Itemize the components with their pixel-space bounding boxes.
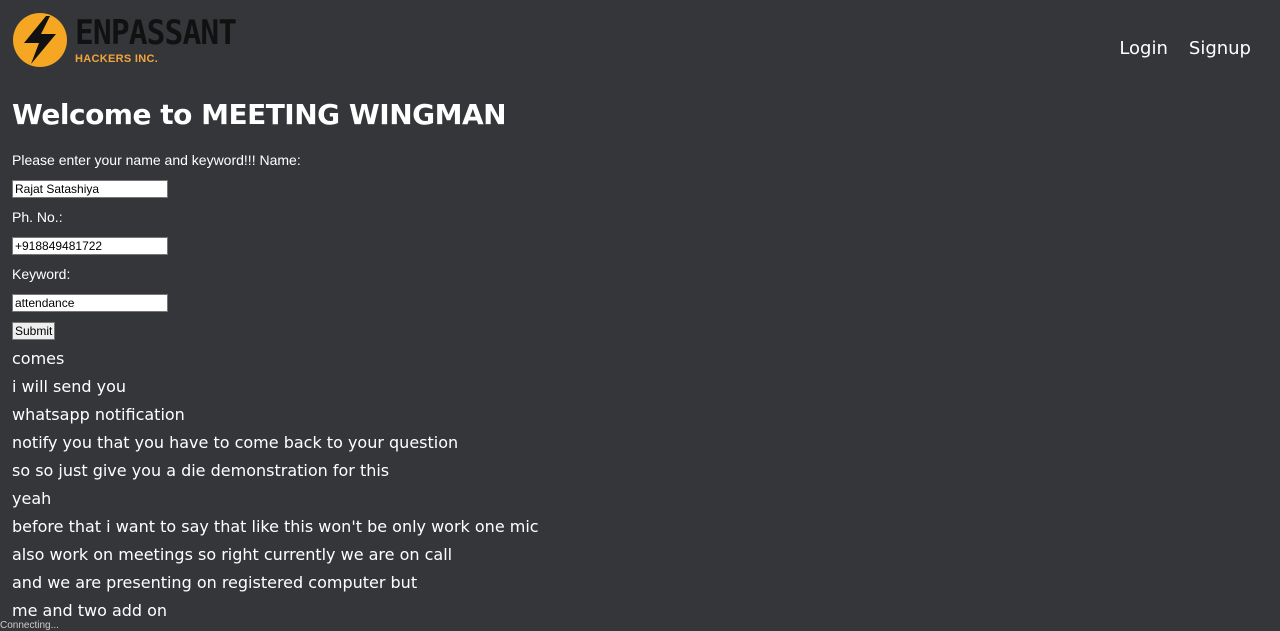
transcript-line: before that i want to say that like this…: [12, 513, 539, 541]
header: ENPASSANT HACKERS INC. Login Signup: [0, 0, 1280, 90]
lightning-logo-icon: [12, 12, 68, 68]
keyword-input[interactable]: [12, 294, 168, 312]
name-label: Please enter your name and keyword!!! Na…: [12, 150, 612, 170]
transcript-line: notify you that you have to come back to…: [12, 429, 539, 457]
transcript-line: comes: [12, 345, 539, 373]
phone-label: Ph. No.:: [12, 207, 612, 227]
brand-subtitle: HACKERS INC.: [75, 53, 158, 65]
login-link[interactable]: Login: [1119, 38, 1168, 59]
transcript-list: comes i will send you whatsapp notificat…: [12, 345, 539, 625]
signup-link[interactable]: Signup: [1189, 38, 1251, 59]
transcript-line: whatsapp notification: [12, 401, 539, 429]
transcript-line: so so just give you a die demonstration …: [12, 457, 539, 485]
transcript-line: yeah: [12, 485, 539, 513]
page-title: Welcome to MEETING WINGMAN: [12, 98, 506, 131]
transcript-line: and we are presenting on registered comp…: [12, 569, 539, 597]
phone-input[interactable]: [12, 237, 168, 255]
brand-name: ENPASSANT: [75, 10, 236, 56]
registration-form: Please enter your name and keyword!!! Na…: [12, 150, 612, 340]
connection-status: Connecting...: [0, 620, 59, 631]
transcript-line: i will send you: [12, 373, 539, 401]
transcript-line: me and two add on: [12, 597, 539, 625]
transcript-line: also work on meetings so right currently…: [12, 541, 539, 569]
name-input[interactable]: [12, 180, 168, 198]
top-nav: Login Signup: [1119, 38, 1251, 59]
submit-button[interactable]: Submit: [12, 322, 55, 340]
keyword-label: Keyword:: [12, 264, 612, 284]
